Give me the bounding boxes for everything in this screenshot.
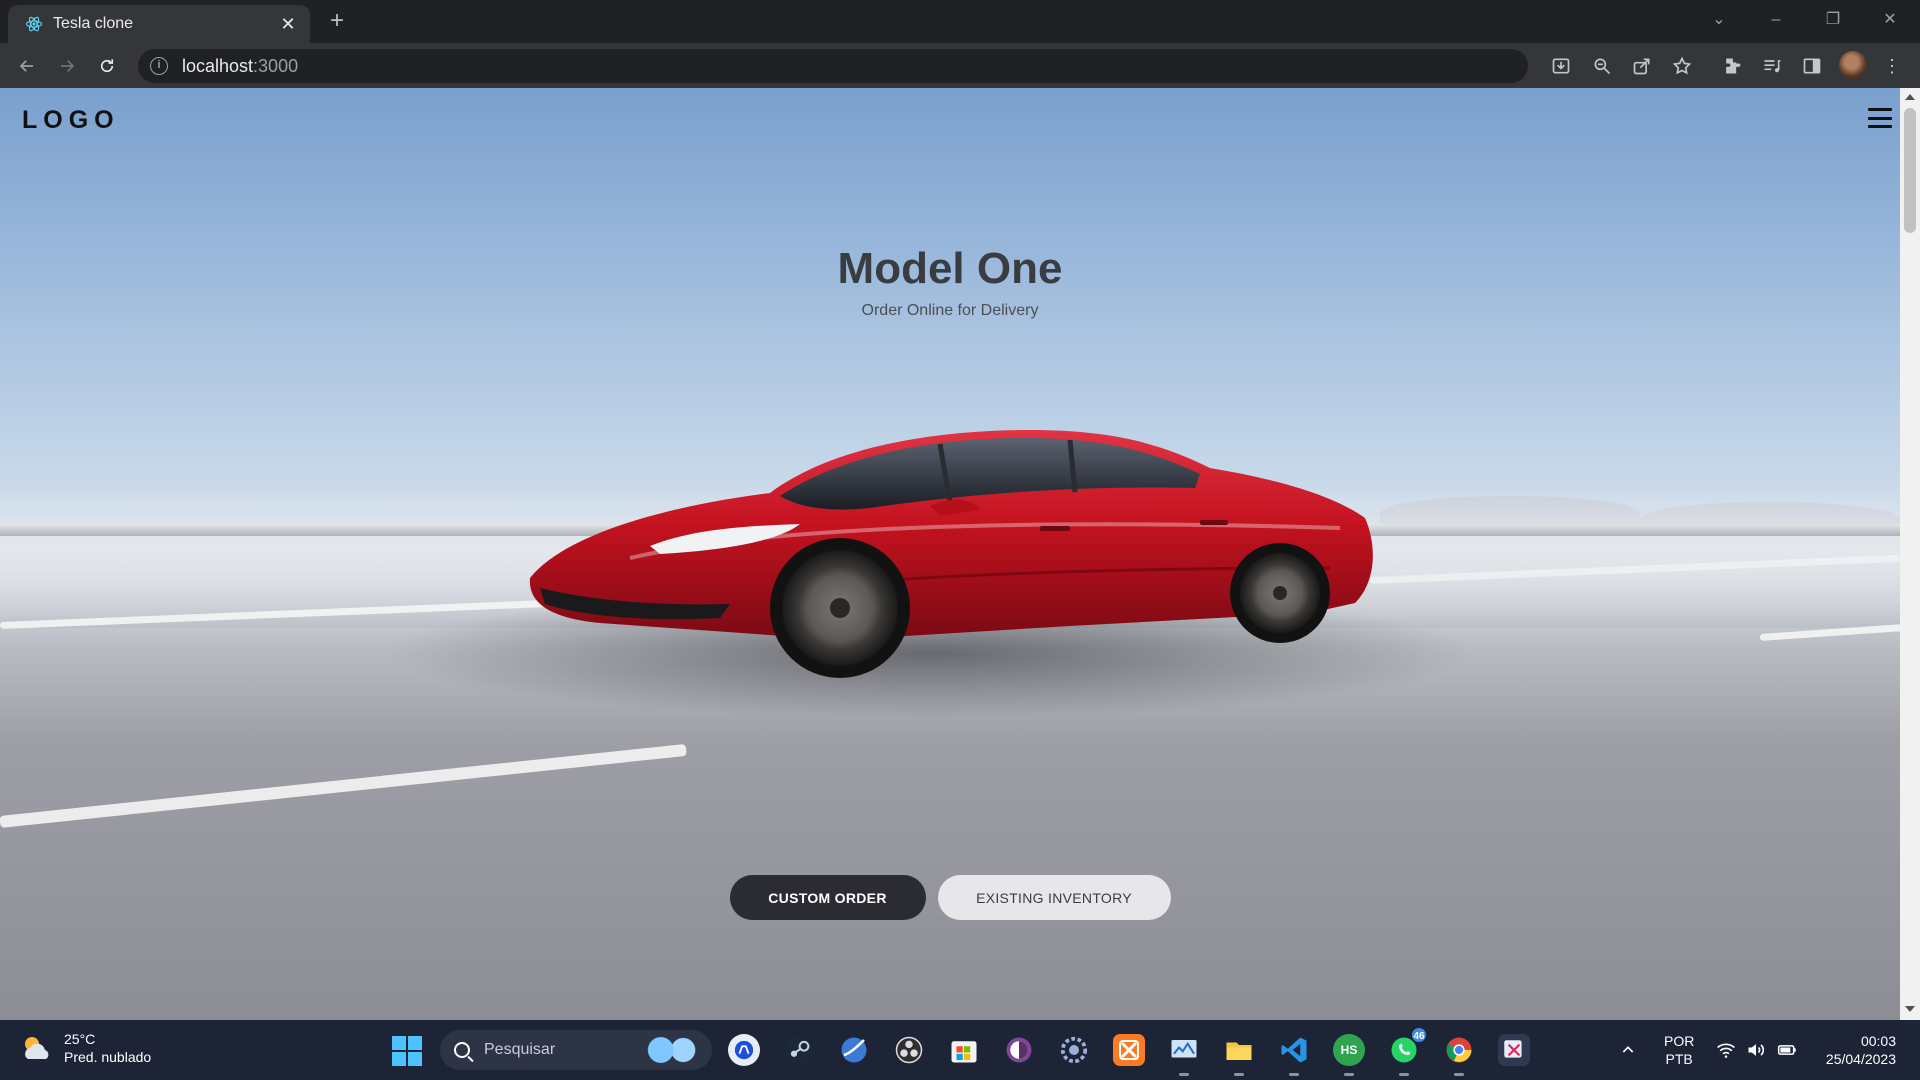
- battery-icon[interactable]: [1776, 1020, 1798, 1080]
- tray-overflow-icon[interactable]: [1620, 1020, 1636, 1080]
- clock-time: 00:03: [1860, 1033, 1896, 1049]
- page-viewport: LOGO Model One Order Online for Delivery: [0, 88, 1900, 1020]
- search-icon: [454, 1042, 470, 1058]
- minimize-icon[interactable]: –: [1764, 6, 1788, 34]
- address-bar[interactable]: i localhost:3000: [138, 49, 1528, 83]
- partly-cloudy-icon: [20, 1033, 54, 1063]
- start-button[interactable]: [392, 1036, 422, 1066]
- xampp-icon[interactable]: [1113, 1034, 1145, 1066]
- weather-desc: Pred. nublado: [64, 1049, 152, 1065]
- language-secondary: PTB: [1665, 1051, 1693, 1067]
- extensions-icon[interactable]: [1717, 51, 1747, 81]
- scroll-down-arrow[interactable]: [1905, 1006, 1915, 1012]
- url-port: :3000: [253, 55, 299, 76]
- profile-avatar[interactable]: [1839, 51, 1867, 79]
- hamburger-menu-icon[interactable]: [1868, 108, 1892, 128]
- back-icon[interactable]: [12, 51, 42, 81]
- language-indicator[interactable]: POR PTB: [1664, 1032, 1694, 1068]
- store-icon[interactable]: [948, 1034, 980, 1066]
- volume-icon[interactable]: [1746, 1020, 1766, 1080]
- tor-icon[interactable]: [1003, 1034, 1035, 1066]
- media-control-icon[interactable]: [1757, 51, 1787, 81]
- scroll-up-arrow[interactable]: [1905, 94, 1915, 100]
- site-info-icon[interactable]: i: [150, 57, 168, 75]
- tab-title: Tesla clone: [53, 15, 134, 32]
- window-close-icon[interactable]: ✕: [1878, 6, 1902, 34]
- browser-toolbar: i localhost:3000 ⋮: [0, 43, 1920, 88]
- browser-icon[interactable]: [838, 1034, 870, 1066]
- browser-tab-strip: Tesla clone ✕ + ⌄ – ❐ ✕: [0, 0, 1920, 43]
- new-tab-button[interactable]: +: [325, 8, 349, 34]
- language-primary: POR: [1664, 1033, 1695, 1049]
- hero-text: Model One Order Online for Delivery: [0, 244, 1900, 320]
- install-app-icon[interactable]: [1546, 51, 1576, 81]
- url-host: localhost: [182, 55, 254, 76]
- hubstaff-icon[interactable]: HS: [1333, 1034, 1365, 1076]
- wifi-icon[interactable]: [1716, 1020, 1736, 1080]
- snipping-tool-icon[interactable]: [1498, 1034, 1530, 1066]
- weather-widget[interactable]: 25°C Pred. nublado: [20, 1030, 151, 1066]
- settings-icon[interactable]: [1058, 1034, 1090, 1066]
- hero-title: Model One: [837, 244, 1063, 293]
- scrollbar-thumb[interactable]: [1904, 108, 1916, 233]
- clock-date: 25/04/2023: [1825, 1051, 1896, 1067]
- whatsapp-icon[interactable]: 46: [1388, 1026, 1428, 1076]
- share-icon[interactable]: [1627, 51, 1657, 81]
- site-logo[interactable]: LOGO: [22, 106, 120, 135]
- menu-kebab-icon[interactable]: ⋮: [1877, 51, 1907, 81]
- chrome-icon[interactable]: [1443, 1034, 1475, 1076]
- steam-icon[interactable]: [783, 1034, 815, 1066]
- browser-tab[interactable]: Tesla clone ✕: [8, 5, 310, 43]
- reload-icon[interactable]: [92, 51, 122, 81]
- page-scrollbar[interactable]: [1900, 88, 1920, 1020]
- taskbar-search[interactable]: Pesquisar: [440, 1030, 712, 1070]
- close-tab-icon[interactable]: ✕: [278, 14, 298, 35]
- system-clock[interactable]: 00:03 25/04/2023: [1818, 1032, 1896, 1068]
- bookmark-star-icon[interactable]: [1667, 51, 1697, 81]
- weather-temp: 25°C: [64, 1031, 96, 1047]
- react-icon: [25, 15, 43, 33]
- existing-inventory-button[interactable]: EXISTING INVENTORY: [937, 875, 1171, 920]
- search-placeholder: Pesquisar: [484, 1041, 556, 1058]
- custom-order-button[interactable]: CUSTOM ORDER: [729, 875, 926, 920]
- zoom-icon[interactable]: [1587, 51, 1617, 81]
- file-explorer-icon[interactable]: [1223, 1034, 1255, 1076]
- search-highlight-icon: [644, 1036, 700, 1064]
- windows-taskbar: 25°C Pred. nublado Pesquisar HS 46 POR P…: [0, 1020, 1920, 1080]
- monitor-icon[interactable]: [1168, 1034, 1200, 1076]
- forward-icon[interactable]: [52, 51, 82, 81]
- hero-subtitle: Order Online for Delivery: [861, 302, 1039, 319]
- car-image: [529, 430, 1373, 678]
- hubstaff-label: HS: [1340, 1043, 1358, 1057]
- side-panel-icon[interactable]: [1797, 51, 1827, 81]
- cta-group: CUSTOM ORDER EXISTING INVENTORY: [0, 875, 1900, 920]
- notification-badge: 46: [1410, 1026, 1428, 1044]
- vscode-icon[interactable]: [1278, 1034, 1310, 1076]
- obs-icon[interactable]: [893, 1034, 925, 1066]
- tab-search-icon[interactable]: ⌄: [1707, 6, 1731, 34]
- restore-icon[interactable]: ❐: [1821, 6, 1845, 34]
- copilot-icon[interactable]: [728, 1034, 760, 1066]
